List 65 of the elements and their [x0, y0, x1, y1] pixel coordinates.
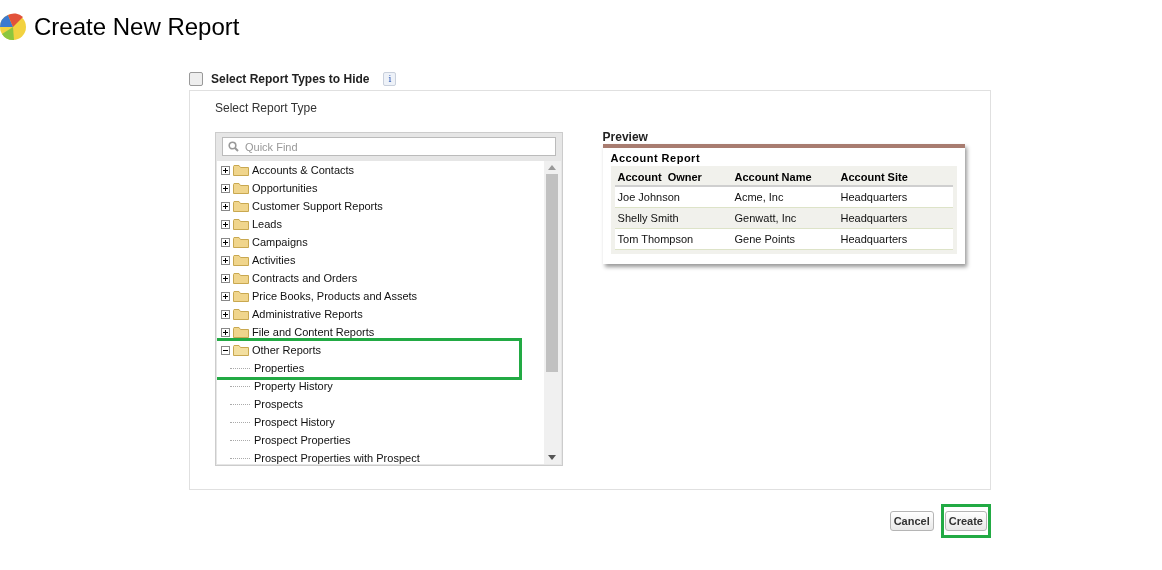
scrollbar[interactable]: [543, 161, 561, 464]
checkbox[interactable]: [189, 72, 203, 86]
table-cell-text: Genwatt, Inc: [733, 211, 798, 226]
preview-heading: Preview: [602, 130, 649, 144]
section-label: Select Report Type: [215, 101, 318, 115]
tree-item[interactable]: Prospect Properties with Prospect: [254, 452, 420, 464]
pie-chart-icon: [0, 12, 28, 42]
cancel-button[interactable]: Cancel: [889, 511, 934, 531]
info-button[interactable]: i: [383, 72, 397, 86]
column-header: Account Owner: [616, 170, 703, 185]
collapse-icon[interactable]: [221, 345, 230, 355]
expand-icon[interactable]: [221, 219, 230, 229]
folder-icon: [233, 254, 249, 266]
table-cell-text: Tom Thompson: [616, 232, 695, 247]
expand-icon[interactable]: [221, 183, 230, 193]
tree-item[interactable]: Other Reports: [252, 344, 322, 356]
expand-icon[interactable]: [221, 165, 230, 175]
table-cell-text: Gene Points: [733, 232, 797, 247]
folder-icon: [233, 200, 249, 212]
create-button[interactable]: Create: [944, 511, 987, 531]
search-icon: [228, 141, 239, 152]
tree-item[interactable]: Contracts and Orders: [252, 272, 358, 284]
tree-item[interactable]: Activities: [252, 254, 296, 266]
expand-icon[interactable]: [221, 255, 230, 265]
tree-item[interactable]: File and Content Reports: [252, 326, 375, 338]
expand-icon[interactable]: [221, 291, 230, 301]
report-title: Account Report: [610, 152, 702, 164]
tree-item[interactable]: Leads: [252, 218, 282, 230]
table-cell-text: Shelly Smith: [616, 211, 680, 226]
tree-item[interactable]: Administrative Reports: [252, 308, 363, 320]
column-header: Account Name: [733, 170, 813, 185]
folder-icon: [233, 218, 249, 230]
checkbox-label: Select Report Types to Hide: [211, 72, 370, 86]
table-cell-text: Headquarters: [839, 232, 909, 247]
expand-icon[interactable]: [221, 237, 230, 247]
expand-icon[interactable]: [221, 309, 230, 319]
tree-item[interactable]: Property History: [254, 380, 333, 392]
tree-item[interactable]: Prospects: [254, 398, 303, 410]
tree-item[interactable]: Opportunities: [252, 182, 318, 194]
tree-item[interactable]: Customer Support Reports: [252, 200, 383, 212]
scroll-down-icon[interactable]: [548, 455, 557, 460]
expand-icon[interactable]: [221, 273, 230, 283]
column-header: Account Site: [839, 170, 909, 185]
tree-item[interactable]: Properties: [254, 362, 305, 374]
folder-icon: [233, 290, 249, 302]
tree-item[interactable]: Prospect History: [254, 416, 335, 428]
table-cell-text: Headquarters: [839, 211, 909, 226]
folder-icon: [233, 182, 249, 194]
folder-icon: [233, 164, 249, 176]
expand-icon[interactable]: [221, 201, 230, 211]
table-cell-text: Joe Johnson: [616, 190, 681, 205]
page-title: Create New Report: [34, 13, 240, 41]
folder-icon: [233, 308, 249, 320]
folder-icon: [233, 272, 249, 284]
tree-item[interactable]: Campaigns: [252, 236, 308, 248]
open-folder-icon: [233, 344, 249, 356]
table-cell-text: Acme, Inc: [733, 190, 785, 205]
folder-icon: [233, 326, 249, 338]
tree-item[interactable]: Price Books, Products and Assets: [252, 290, 418, 302]
table-cell-text: Headquarters: [839, 190, 909, 205]
tree-item[interactable]: Accounts & Contacts: [252, 164, 355, 176]
quick-find-field[interactable]: Quick Find: [222, 137, 556, 156]
expand-icon[interactable]: [221, 327, 230, 337]
folder-icon: [233, 236, 249, 248]
tree-item[interactable]: Prospect Properties: [254, 434, 351, 446]
